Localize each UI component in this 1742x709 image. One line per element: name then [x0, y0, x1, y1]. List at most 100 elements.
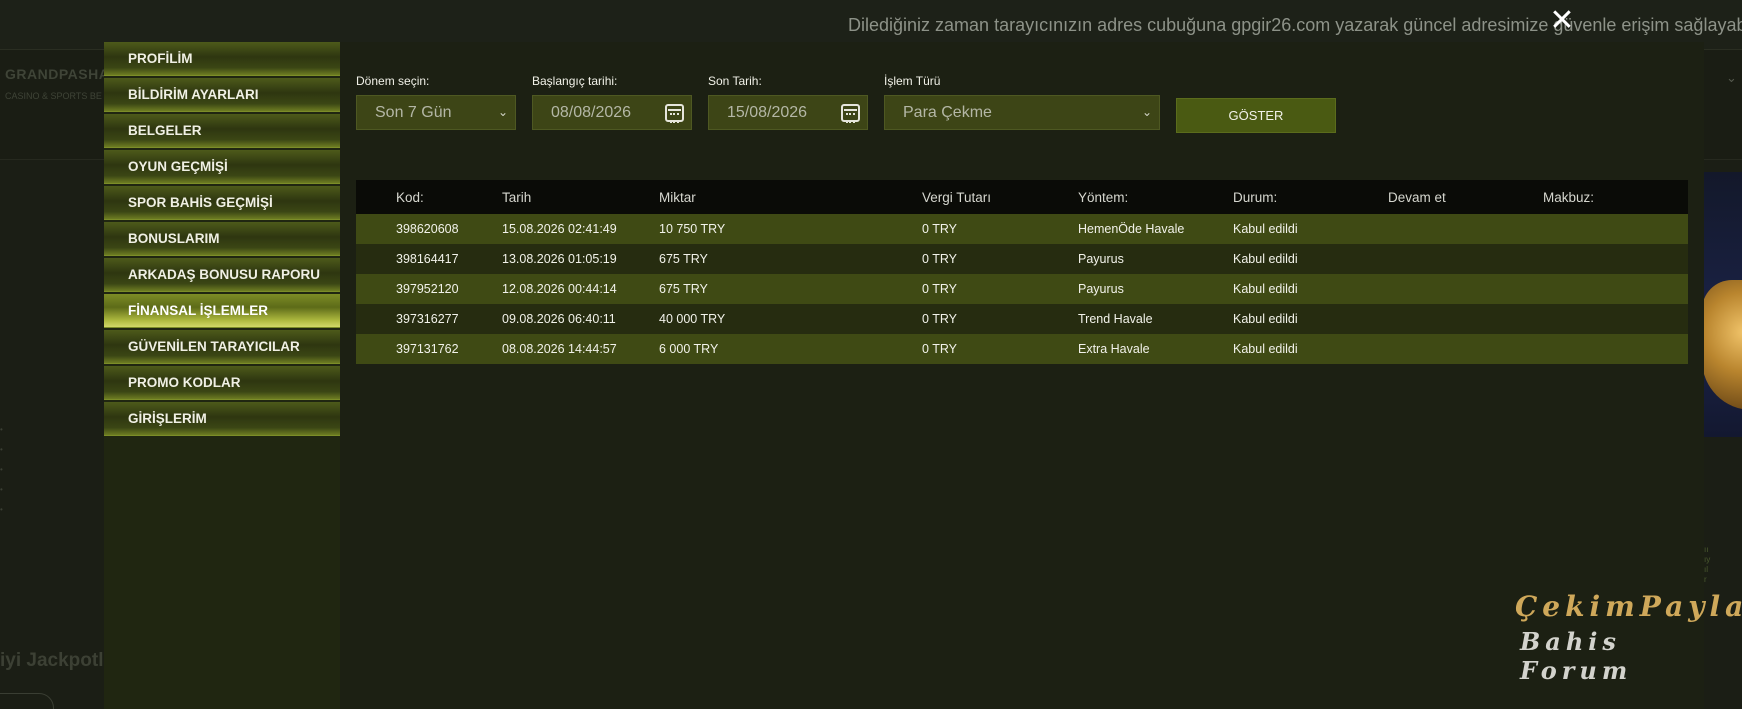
period-filter: Dönem seçin: Son 7 Gün ⌄	[356, 74, 516, 130]
end-date-label: Son Tarih:	[708, 74, 762, 88]
sidebar-item-notification-settings[interactable]: BİLDİRİM AYARLARI	[104, 78, 340, 112]
sidebar-item-logins[interactable]: GİRİŞLERİM	[104, 402, 340, 436]
sidebar-item-profile[interactable]: PROFİLİM	[104, 42, 340, 76]
cell-method: Trend Havale	[1078, 312, 1153, 326]
column-header-status: Durum:	[1233, 189, 1278, 205]
calendar-icon[interactable]	[665, 104, 684, 123]
chevron-down-icon: ⌄	[1141, 105, 1152, 119]
cell-code: 397316277	[396, 312, 459, 326]
cell-status: Kabul edildi	[1233, 342, 1298, 356]
cell-date: 15.08.2026 02:41:49	[502, 222, 617, 236]
watermark-line-1: ÇekimPaylaş	[1515, 590, 1742, 623]
cell-method: HemenÖde Havale	[1078, 222, 1185, 236]
cell-amount: 40 000 TRY	[659, 312, 726, 326]
column-header-date: Tarih	[502, 189, 532, 205]
cell-amount: 675 TRY	[659, 252, 708, 266]
cell-status: Kabul edildi	[1233, 222, 1298, 236]
period-select[interactable]: Son 7 Gün ⌄	[356, 95, 516, 130]
transaction-type-select[interactable]: Para Çekme ⌄	[884, 95, 1160, 130]
transactions-table: Kod: Tarih Miktar Vergi Tutarı Yöntem: D…	[356, 180, 1688, 364]
cell-tax: 0 TRY	[922, 222, 957, 236]
sidebar-item-label: FİNANSAL İŞLEMLER	[128, 303, 269, 318]
sidebar-item-label: SPOR BAHİS GEÇMİŞİ	[128, 195, 273, 210]
table-row[interactable]: 397131762 08.08.2026 14:44:57 6 000 TRY …	[356, 334, 1688, 364]
table-header-row: Kod: Tarih Miktar Vergi Tutarı Yöntem: D…	[356, 180, 1688, 214]
chevron-down-icon: ⌄	[497, 105, 508, 119]
sidebar-item-promo-codes[interactable]: PROMO KODLAR	[104, 366, 340, 400]
site-logo-subtitle: CASINO & SPORTS BE	[5, 91, 102, 101]
sidebar-item-label: BELGELER	[128, 123, 202, 138]
sidebar-item-label: BİLDİRİM AYARLARI	[128, 87, 259, 102]
watermark-line-2: Bahis Forum	[1520, 627, 1633, 685]
sidebar-item-label: BONUSLARIM	[128, 231, 220, 246]
cell-status: Kabul edildi	[1233, 312, 1298, 326]
sidebar-item-game-history[interactable]: OYUN GEÇMİŞİ	[104, 150, 340, 184]
column-header-method: Yöntem:	[1078, 189, 1129, 205]
cell-code: 398620608	[396, 222, 459, 236]
table-row[interactable]: 398164417 13.08.2026 01:05:19 675 TRY 0 …	[356, 244, 1688, 274]
show-button[interactable]: GÖSTER	[1176, 98, 1336, 133]
table-row[interactable]: 398620608 15.08.2026 02:41:49 10 750 TRY…	[356, 214, 1688, 244]
sidebar-item-friend-bonus-report[interactable]: ARKADAŞ BONUSU RAPORU	[104, 258, 340, 292]
chevron-down-icon: ⌄	[1726, 70, 1737, 85]
sidebar-item-financial-transactions[interactable]: FİNANSAL İŞLEMLER	[104, 294, 340, 328]
cell-status: Kabul edildi	[1233, 252, 1298, 266]
cell-status: Kabul edildi	[1233, 282, 1298, 296]
cell-tax: 0 TRY	[922, 252, 957, 266]
cell-tax: 0 TRY	[922, 282, 957, 296]
sidebar-item-label: GÜVENİLEN TARAYICILAR	[128, 339, 300, 354]
sidebar-item-bonuses[interactable]: BONUSLARIM	[104, 222, 340, 256]
start-date-label: Başlangıç tarihi:	[532, 74, 618, 88]
end-date-filter: Son Tarih: 15/08/2026	[708, 74, 868, 130]
cell-code: 397131762	[396, 342, 459, 356]
transaction-type-value: Para Çekme	[903, 103, 992, 121]
cell-date: 13.08.2026 01:05:19	[502, 252, 617, 266]
period-label: Dönem seçin:	[356, 74, 430, 88]
cell-code: 397952120	[396, 282, 459, 296]
account-sidebar: PROFİLİM BİLDİRİM AYARLARI BELGELER OYUN…	[104, 42, 340, 709]
transaction-type-filter: İşlem Türü Para Çekme ⌄	[884, 74, 1160, 130]
background-jackpot-title: iyi Jackpotla	[0, 650, 115, 671]
end-date-input[interactable]: 15/08/2026	[708, 95, 868, 130]
column-header-receipt: Makbuz:	[1543, 189, 1595, 205]
cell-code: 398164417	[396, 252, 459, 266]
cell-amount: 6 000 TRY	[659, 342, 719, 356]
column-header-amount: Miktar	[659, 189, 696, 205]
sidebar-item-label: ARKADAŞ BONUSU RAPORU	[128, 267, 321, 282]
start-date-filter: Başlangıç tarihi: 08/08/2026	[532, 74, 692, 130]
cell-amount: 675 TRY	[659, 282, 708, 296]
start-date-input[interactable]: 08/08/2026	[532, 95, 692, 130]
sidebar-item-documents[interactable]: BELGELER	[104, 114, 340, 148]
site-logo: GRANDPASHA	[5, 66, 110, 82]
cell-tax: 0 TRY	[922, 312, 957, 326]
cell-amount: 10 750 TRY	[659, 222, 726, 236]
ticker-text: Dilediğiniz zaman tarayıcınızın adres cu…	[848, 15, 1742, 35]
start-date-value: 08/08/2026	[551, 103, 632, 121]
period-value: Son 7 Gün	[375, 103, 452, 121]
cell-date: 12.08.2026 00:44:14	[502, 282, 617, 296]
end-date-value: 15/08/2026	[727, 103, 808, 121]
background-banner-text: ıı ıy ıl r	[1704, 545, 1711, 584]
cell-method: Payurus	[1078, 282, 1124, 296]
table-row[interactable]: 397952120 12.08.2026 00:44:14 675 TRY 0 …	[356, 274, 1688, 304]
sidebar-item-label: PROMO KODLAR	[128, 375, 241, 390]
account-modal: PROFİLİM BİLDİRİM AYARLARI BELGELER OYUN…	[104, 42, 1704, 709]
column-header-tax: Vergi Tutarı	[922, 189, 992, 205]
sidebar-item-sports-bet-history[interactable]: SPOR BAHİS GEÇMİŞİ	[104, 186, 340, 220]
background-pill-button	[0, 693, 54, 709]
column-header-continue: Devam et	[1388, 189, 1446, 205]
column-header-code: Kod:	[396, 189, 424, 205]
sidebar-item-label: PROFİLİM	[128, 51, 193, 66]
sidebar-item-label: OYUN GEÇMİŞİ	[128, 159, 228, 174]
transaction-type-label: İşlem Türü	[884, 74, 941, 88]
close-icon[interactable]: ✕	[1548, 6, 1576, 36]
calendar-icon[interactable]	[841, 104, 860, 123]
cell-tax: 0 TRY	[922, 342, 957, 356]
sidebar-item-trusted-browsers[interactable]: GÜVENİLEN TARAYICILAR	[104, 330, 340, 364]
table-row[interactable]: 397316277 09.08.2026 06:40:11 40 000 TRY…	[356, 304, 1688, 334]
sidebar-item-label: GİRİŞLERİM	[128, 411, 207, 426]
cell-date: 09.08.2026 06:40:11	[502, 312, 616, 326]
cell-date: 08.08.2026 14:44:57	[502, 342, 617, 356]
cell-method: Payurus	[1078, 252, 1124, 266]
cell-method: Extra Havale	[1078, 342, 1150, 356]
